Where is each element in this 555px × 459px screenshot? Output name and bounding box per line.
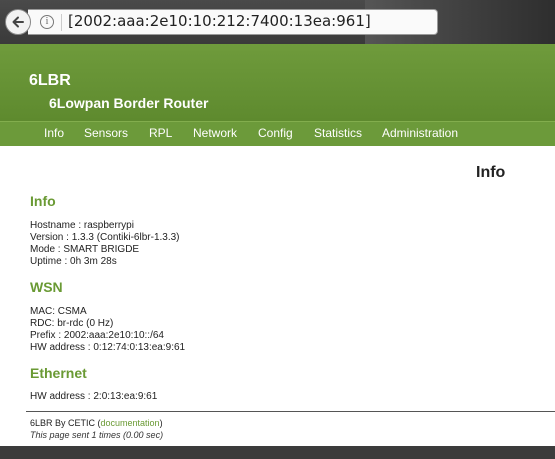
nav-sensors[interactable]: Sensors: [84, 126, 128, 140]
footer-divider: [26, 411, 555, 412]
window-bottom-bar: [0, 446, 555, 459]
address-bar[interactable]: i [2002:aaa:2e10:10:212:7400:13ea:961]: [28, 9, 438, 35]
section-title-info: Info: [30, 193, 56, 209]
nav-statistics[interactable]: Statistics: [314, 126, 362, 140]
section-title-ethernet: Ethernet: [30, 365, 87, 381]
back-button[interactable]: [5, 9, 31, 35]
main-nav: Info Sensors RPL Network Config Statisti…: [0, 121, 555, 146]
site-title: 6LBR: [29, 72, 71, 89]
page-title: Info: [476, 164, 506, 181]
arrow-left-icon: [12, 16, 24, 28]
nav-info[interactable]: Info: [44, 126, 64, 140]
info-uptime: Uptime : 0h 3m 28s: [30, 256, 117, 267]
browser-toolbar: i [2002:aaa:2e10:10:212:7400:13ea:961]: [0, 0, 555, 44]
wsn-hw-address: HW address : 0:12:74:0:13:ea:9:61: [30, 342, 186, 353]
site-header: 6LBR 6Lowpan Border Router: [0, 44, 555, 121]
nav-network[interactable]: Network: [193, 126, 237, 140]
wsn-mac: MAC: CSMA: [30, 306, 87, 317]
info-version: Version : 1.3.3 (Contiki-6lbr-1.3.3): [30, 232, 180, 243]
footer-prefix: 6LBR By CETIC (: [30, 418, 101, 428]
wsn-rdc: RDC: br-rdc (0 Hz): [30, 318, 114, 329]
url-text[interactable]: [2002:aaa:2e10:10:212:7400:13ea:961]: [68, 12, 371, 30]
info-hostname: Hostname : raspberrypi: [30, 220, 134, 231]
address-separator: [61, 14, 62, 31]
wsn-prefix: Prefix : 2002:aaa:2e10:10::/64: [30, 330, 164, 341]
nav-administration[interactable]: Administration: [382, 126, 458, 140]
site-subtitle: 6Lowpan Border Router: [49, 95, 209, 111]
site-info-icon[interactable]: i: [40, 15, 54, 29]
info-mode: Mode : SMART BRIGDE: [30, 244, 140, 255]
documentation-link[interactable]: documentation: [101, 418, 160, 428]
footer-sent-info: This page sent 1 times (0.00 sec): [30, 430, 164, 440]
footer-suffix: ): [159, 418, 163, 428]
ethernet-hw-address: HW address : 2:0:13:ea:9:61: [30, 391, 158, 402]
nav-config[interactable]: Config: [258, 126, 293, 140]
section-title-wsn: WSN: [30, 279, 63, 295]
nav-rpl[interactable]: RPL: [149, 126, 172, 140]
footer-credits: 6LBR By CETIC (documentation): [30, 418, 163, 428]
